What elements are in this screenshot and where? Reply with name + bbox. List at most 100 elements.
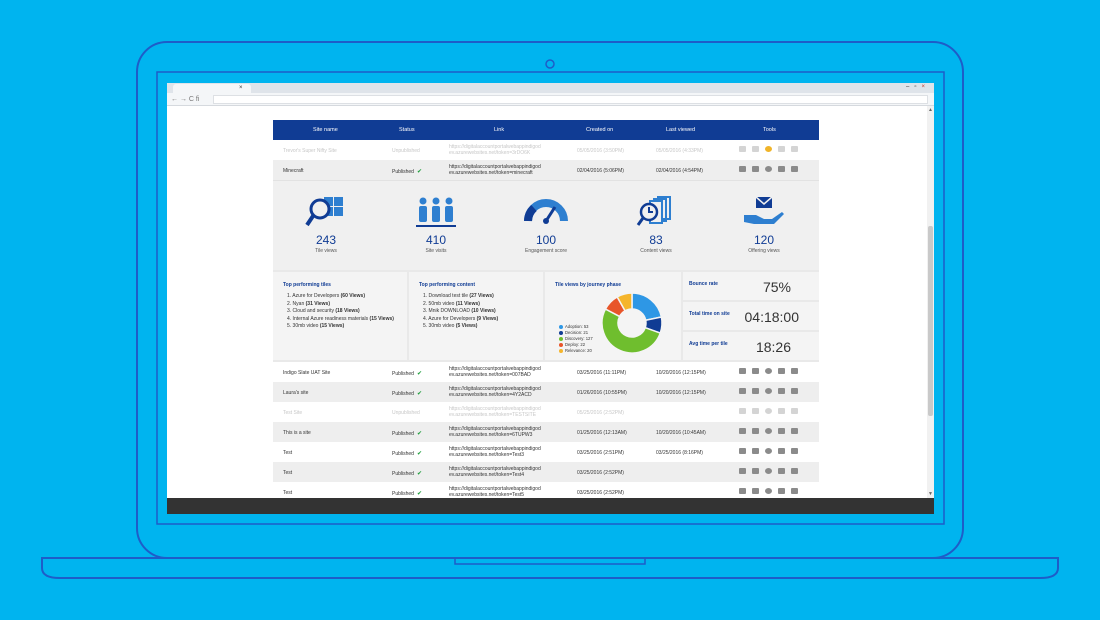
link-line[interactable]: ev.azurewebsites.net/token=4Y2ACD xyxy=(449,392,541,398)
copy-icon[interactable] xyxy=(778,448,785,454)
settings-icon[interactable] xyxy=(765,368,772,374)
site-link[interactable]: https://digitalaccountportalwebappindigo… xyxy=(449,466,541,478)
copy-icon[interactable] xyxy=(778,388,785,394)
table-row[interactable]: Test Published ✔ https://digitalaccountport… xyxy=(273,482,819,498)
link-line[interactable]: ev.azurewebsites.net/token=Test4 xyxy=(449,472,541,478)
vertical-scrollbar[interactable]: ▲ ▼ xyxy=(927,106,934,498)
site-link[interactable]: https://digitalaccountportalwebappindigo… xyxy=(449,366,541,378)
table-row[interactable]: Trevor's Super Nifty Site Unpublished http… xyxy=(273,140,819,160)
table-row[interactable]: Test Published ✔ https://digitalaccountport… xyxy=(273,462,819,482)
link-line[interactable]: ev.azurewebsites.net/token=Test3 xyxy=(449,452,541,458)
delete-icon[interactable] xyxy=(791,428,798,434)
copy-icon[interactable] xyxy=(778,468,785,474)
site-link[interactable]: https://digitalaccountportalwebappindigo… xyxy=(449,406,541,418)
settings-icon[interactable] xyxy=(765,428,772,434)
content-history-icon xyxy=(636,196,671,226)
col-site-name[interactable]: Site name xyxy=(313,127,338,133)
site-name[interactable]: Test xyxy=(283,470,292,476)
image-icon[interactable] xyxy=(739,488,746,494)
settings-icon[interactable] xyxy=(765,408,772,414)
delete-icon[interactable] xyxy=(791,448,798,454)
link-line[interactable]: ev.azurewebsites.net/token=TESTSITE xyxy=(449,412,541,418)
edit-icon[interactable] xyxy=(752,428,759,434)
table-row[interactable]: Test Site Unpublished https://digitalaccou… xyxy=(273,402,819,422)
copy-icon[interactable] xyxy=(778,146,785,152)
link-line[interactable]: ev.azurewebsites.net/token=007BAD xyxy=(449,372,541,378)
settings-icon[interactable] xyxy=(765,166,772,172)
browser-tab[interactable]: × xyxy=(173,84,251,93)
edit-icon[interactable] xyxy=(752,146,759,152)
site-name[interactable]: Trevor's Super Nifty Site xyxy=(283,148,337,154)
delete-icon[interactable] xyxy=(791,468,798,474)
status-cell: Unpublished xyxy=(392,410,420,416)
settings-icon[interactable] xyxy=(765,488,772,494)
close-window-icon[interactable]: × xyxy=(921,84,930,90)
site-link[interactable]: https://digitalaccountportalwebappindigo… xyxy=(449,446,541,458)
scroll-up-icon[interactable]: ▲ xyxy=(928,107,933,113)
nav-buttons[interactable]: ← → C fi xyxy=(171,96,199,103)
table-row[interactable]: Test Published ✔ https://digitalaccountport… xyxy=(273,442,819,462)
delete-icon[interactable] xyxy=(791,166,798,172)
site-name[interactable]: Indigo Slate UAT Site xyxy=(283,370,330,376)
image-icon[interactable] xyxy=(739,408,746,414)
edit-icon[interactable] xyxy=(752,488,759,494)
edit-icon[interactable] xyxy=(752,468,759,474)
col-status[interactable]: Status xyxy=(399,127,415,133)
link-line[interactable]: ev.azurewebsites.net/token=minecraft xyxy=(449,170,541,176)
delete-icon[interactable] xyxy=(791,146,798,152)
scroll-down-icon[interactable]: ▼ xyxy=(928,491,933,497)
address-bar[interactable] xyxy=(213,95,928,104)
table-row[interactable]: Indigo Slate UAT Site Published ✔ https://d… xyxy=(273,362,819,382)
warning-icon[interactable] xyxy=(765,146,772,152)
image-icon[interactable] xyxy=(739,448,746,454)
list-item: 1. Download test tile (27 Views) xyxy=(423,293,543,301)
row-tools xyxy=(739,448,798,454)
edit-icon[interactable] xyxy=(752,408,759,414)
site-name[interactable]: Test xyxy=(283,490,292,496)
site-link[interactable]: https://digitalaccountportalwebappindigo… xyxy=(449,486,541,498)
window-controls[interactable]: –▫× xyxy=(906,84,930,90)
delete-icon[interactable] xyxy=(791,368,798,374)
site-name[interactable]: Laura's site xyxy=(283,390,308,396)
site-link[interactable]: https://digitalaccountportalwebappindigo… xyxy=(449,386,541,398)
image-icon[interactable] xyxy=(739,468,746,474)
site-link[interactable]: https://digitalaccountportalwebappindigo… xyxy=(449,426,541,438)
copy-icon[interactable] xyxy=(778,488,785,494)
image-icon[interactable] xyxy=(739,428,746,434)
table-row[interactable]: This is a site Published ✔ https://digitala… xyxy=(273,422,819,442)
settings-icon[interactable] xyxy=(765,448,772,454)
table-row[interactable]: Minecraft Published ✔ https://digitalaccoun… xyxy=(273,160,819,180)
settings-icon[interactable] xyxy=(765,388,772,394)
delete-icon[interactable] xyxy=(791,408,798,414)
col-last-viewed[interactable]: Last viewed xyxy=(666,127,695,133)
site-name[interactable]: This is a site xyxy=(283,430,311,436)
delete-icon[interactable] xyxy=(791,488,798,494)
edit-icon[interactable] xyxy=(752,368,759,374)
edit-icon[interactable] xyxy=(752,448,759,454)
copy-icon[interactable] xyxy=(778,368,785,374)
tab-close-icon[interactable]: × xyxy=(239,85,243,91)
created-on: 05/25/2016 (2:52PM) xyxy=(577,410,624,416)
scroll-thumb[interactable] xyxy=(928,226,933,416)
site-link[interactable]: https://digitalaccountportalwebappindigo… xyxy=(449,144,541,156)
copy-icon[interactable] xyxy=(778,428,785,434)
copy-icon[interactable] xyxy=(778,166,785,172)
site-name[interactable]: Minecraft xyxy=(283,168,304,174)
copy-icon[interactable] xyxy=(778,408,785,414)
col-link[interactable]: Link xyxy=(494,127,504,133)
site-name[interactable]: Test Site xyxy=(283,410,302,416)
delete-icon[interactable] xyxy=(791,388,798,394)
edit-icon[interactable] xyxy=(752,388,759,394)
image-icon[interactable] xyxy=(739,388,746,394)
image-icon[interactable] xyxy=(739,146,746,152)
table-row[interactable]: Laura's site Published ✔ https://digitalacc… xyxy=(273,382,819,402)
link-line[interactable]: ev.azurewebsites.net/token=3rDO6K xyxy=(449,150,541,156)
col-created-on[interactable]: Created on xyxy=(586,127,613,133)
image-icon[interactable] xyxy=(739,166,746,172)
link-line[interactable]: ev.azurewebsites.net/token=6TUPW3 xyxy=(449,432,541,438)
edit-icon[interactable] xyxy=(752,166,759,172)
image-icon[interactable] xyxy=(739,368,746,374)
site-link[interactable]: https://digitalaccountportalwebappindigo… xyxy=(449,164,541,176)
settings-icon[interactable] xyxy=(765,468,772,474)
site-name[interactable]: Test xyxy=(283,450,292,456)
